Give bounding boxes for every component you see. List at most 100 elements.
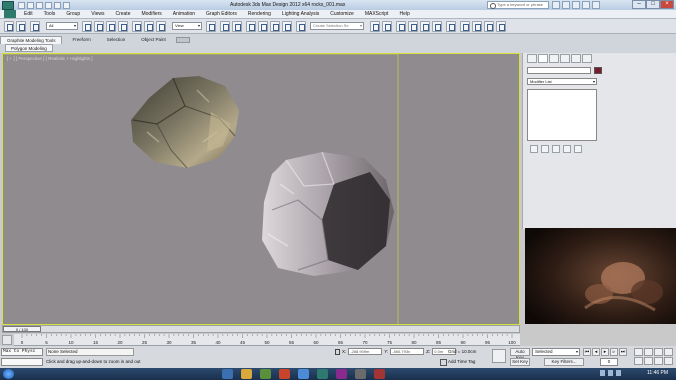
- window-crossing-icon[interactable]: [118, 21, 128, 32]
- favorites-star-icon[interactable]: [582, 1, 590, 9]
- go-to-start-icon[interactable]: ⏮: [583, 348, 591, 356]
- 3ds-max-taskbar-icon[interactable]: [317, 369, 328, 379]
- rectangular-selection-icon[interactable]: [106, 21, 116, 32]
- layer-manager-icon[interactable]: [396, 21, 406, 32]
- add-time-tag[interactable]: Add Time Tag: [440, 358, 475, 366]
- make-unique-icon[interactable]: [552, 145, 560, 153]
- select-and-scale-icon[interactable]: [156, 21, 166, 32]
- firefox-icon[interactable]: [279, 369, 290, 379]
- zoom-icon[interactable]: [634, 348, 643, 356]
- field-of-view-icon[interactable]: [634, 357, 643, 365]
- app-logo-icon[interactable]: [2, 0, 14, 10]
- modifier-stack[interactable]: [527, 89, 597, 141]
- named-selection-dropdown[interactable]: Create Selection Se: [310, 22, 364, 30]
- communication-center-icon[interactable]: [572, 1, 580, 9]
- redo-toolbar-icon[interactable]: [16, 21, 26, 32]
- menu-edit[interactable]: Edit: [24, 11, 33, 17]
- remove-modifier-icon[interactable]: [563, 145, 571, 153]
- angle-snap-icon[interactable]: [258, 21, 268, 32]
- schematic-view-icon[interactable]: [432, 21, 442, 32]
- rendered-frame-window-icon[interactable]: [472, 21, 482, 32]
- panel-polygon-modeling[interactable]: Polygon Modeling: [5, 44, 53, 52]
- maximize-viewport-icon[interactable]: [664, 357, 673, 365]
- reference-coordinate-dropdown[interactable]: View: [172, 22, 202, 30]
- tab-graphite-modeling-tools[interactable]: Graphite Modeling Tools: [0, 36, 63, 44]
- maxscript-listener-mini[interactable]: Max to Physc: [1, 348, 43, 356]
- start-button-icon[interactable]: [3, 369, 14, 379]
- maxscript-listener-output[interactable]: [1, 358, 43, 366]
- chrome-icon[interactable]: [298, 369, 309, 379]
- project-folder-icon[interactable]: [63, 1, 70, 9]
- time-slider[interactable]: 0 / 100: [2, 325, 520, 333]
- create-tab-icon[interactable]: [527, 54, 537, 63]
- render-iterative-icon[interactable]: [496, 21, 506, 32]
- help-icon[interactable]: [592, 1, 600, 9]
- menu-animation[interactable]: Animation: [173, 11, 195, 17]
- render-production-icon[interactable]: [484, 21, 494, 32]
- curve-editor-icon[interactable]: [420, 21, 430, 32]
- subscription-icon[interactable]: [562, 1, 570, 9]
- select-and-move-icon[interactable]: [132, 21, 142, 32]
- pan-icon[interactable]: [644, 357, 653, 365]
- tab-selection[interactable]: Selection: [101, 36, 132, 44]
- ribbon-minimize-toggle[interactable]: [175, 37, 190, 43]
- y-coordinate-field[interactable]: -565.793n: [390, 348, 425, 355]
- mini-curve-editor-icon[interactable]: [2, 335, 12, 345]
- menu-maxscript[interactable]: MAXScript: [365, 11, 389, 17]
- recorder-icon[interactable]: [355, 369, 366, 379]
- rock-object-2[interactable]: [258, 150, 398, 278]
- link-icon[interactable]: [30, 21, 40, 32]
- redo-icon[interactable]: [54, 1, 61, 9]
- x-coordinate-field[interactable]: -288.909m: [348, 348, 383, 355]
- menu-views[interactable]: Views: [91, 11, 104, 17]
- undo-icon[interactable]: [45, 1, 52, 9]
- photoshop-icon[interactable]: [336, 369, 347, 379]
- modify-tab-icon[interactable]: [538, 54, 548, 63]
- tray-arrow-icon[interactable]: [600, 370, 605, 376]
- set-key-icon[interactable]: [492, 349, 506, 363]
- tab-freeform[interactable]: Freeform: [66, 36, 96, 44]
- object-name-field[interactable]: [527, 67, 591, 74]
- utilities-tab-icon[interactable]: [582, 54, 592, 63]
- go-to-end-icon[interactable]: ⏭: [619, 348, 627, 356]
- hierarchy-tab-icon[interactable]: [549, 54, 559, 63]
- show-end-result-icon[interactable]: [541, 145, 549, 153]
- auto-key-button[interactable]: Auto Key: [510, 348, 530, 360]
- close-icon[interactable]: ×: [660, 0, 674, 9]
- menu-graph-editors[interactable]: Graph Editors: [206, 11, 237, 17]
- align-icon[interactable]: [382, 21, 392, 32]
- menu-customize[interactable]: Customize: [330, 11, 354, 17]
- play-icon[interactable]: ▸: [601, 348, 609, 356]
- menu-lighting-analysis[interactable]: Lighting Analysis: [282, 11, 319, 17]
- network-icon[interactable]: [608, 370, 613, 376]
- spinner-snap-icon[interactable]: [282, 21, 292, 32]
- select-manipulate-icon[interactable]: [220, 21, 230, 32]
- keyboard-shortcut-icon[interactable]: [232, 21, 242, 32]
- select-object-icon[interactable]: [82, 21, 92, 32]
- object-color-swatch[interactable]: [594, 67, 602, 74]
- perspective-viewport[interactable]: [ + ] [ Perspective ] [ Realistic + High…: [2, 53, 520, 326]
- orbit-icon[interactable]: [654, 357, 663, 365]
- graphite-toggle-icon[interactable]: [408, 21, 418, 32]
- render-setup-icon[interactable]: [460, 21, 470, 32]
- save-file-icon[interactable]: [36, 1, 43, 9]
- volume-icon[interactable]: [616, 370, 621, 376]
- camera-app-icon[interactable]: [374, 369, 385, 379]
- configure-modifier-sets-icon[interactable]: [574, 145, 582, 153]
- percent-snap-icon[interactable]: [270, 21, 280, 32]
- tab-object-paint[interactable]: Object Paint: [135, 36, 172, 44]
- binoculars-icon[interactable]: [552, 1, 560, 9]
- selection-lock-icon[interactable]: [335, 348, 340, 355]
- menu-modifiers[interactable]: Modifiers: [141, 11, 161, 17]
- time-slider-thumb[interactable]: 0 / 100: [3, 326, 41, 332]
- minimize-icon[interactable]: –: [632, 0, 646, 9]
- key-filters-button[interactable]: Key Filters...: [544, 358, 584, 366]
- menu-tools[interactable]: Tools: [44, 11, 56, 17]
- next-frame-icon[interactable]: ▹: [610, 348, 618, 356]
- pin-stack-icon[interactable]: [530, 145, 538, 153]
- motion-tab-icon[interactable]: [560, 54, 570, 63]
- internet-explorer-icon[interactable]: [222, 369, 233, 379]
- menu-group[interactable]: Group: [66, 11, 80, 17]
- key-mode-dropdown[interactable]: Selected: [532, 348, 580, 356]
- snaps-toggle-icon[interactable]: [246, 21, 256, 32]
